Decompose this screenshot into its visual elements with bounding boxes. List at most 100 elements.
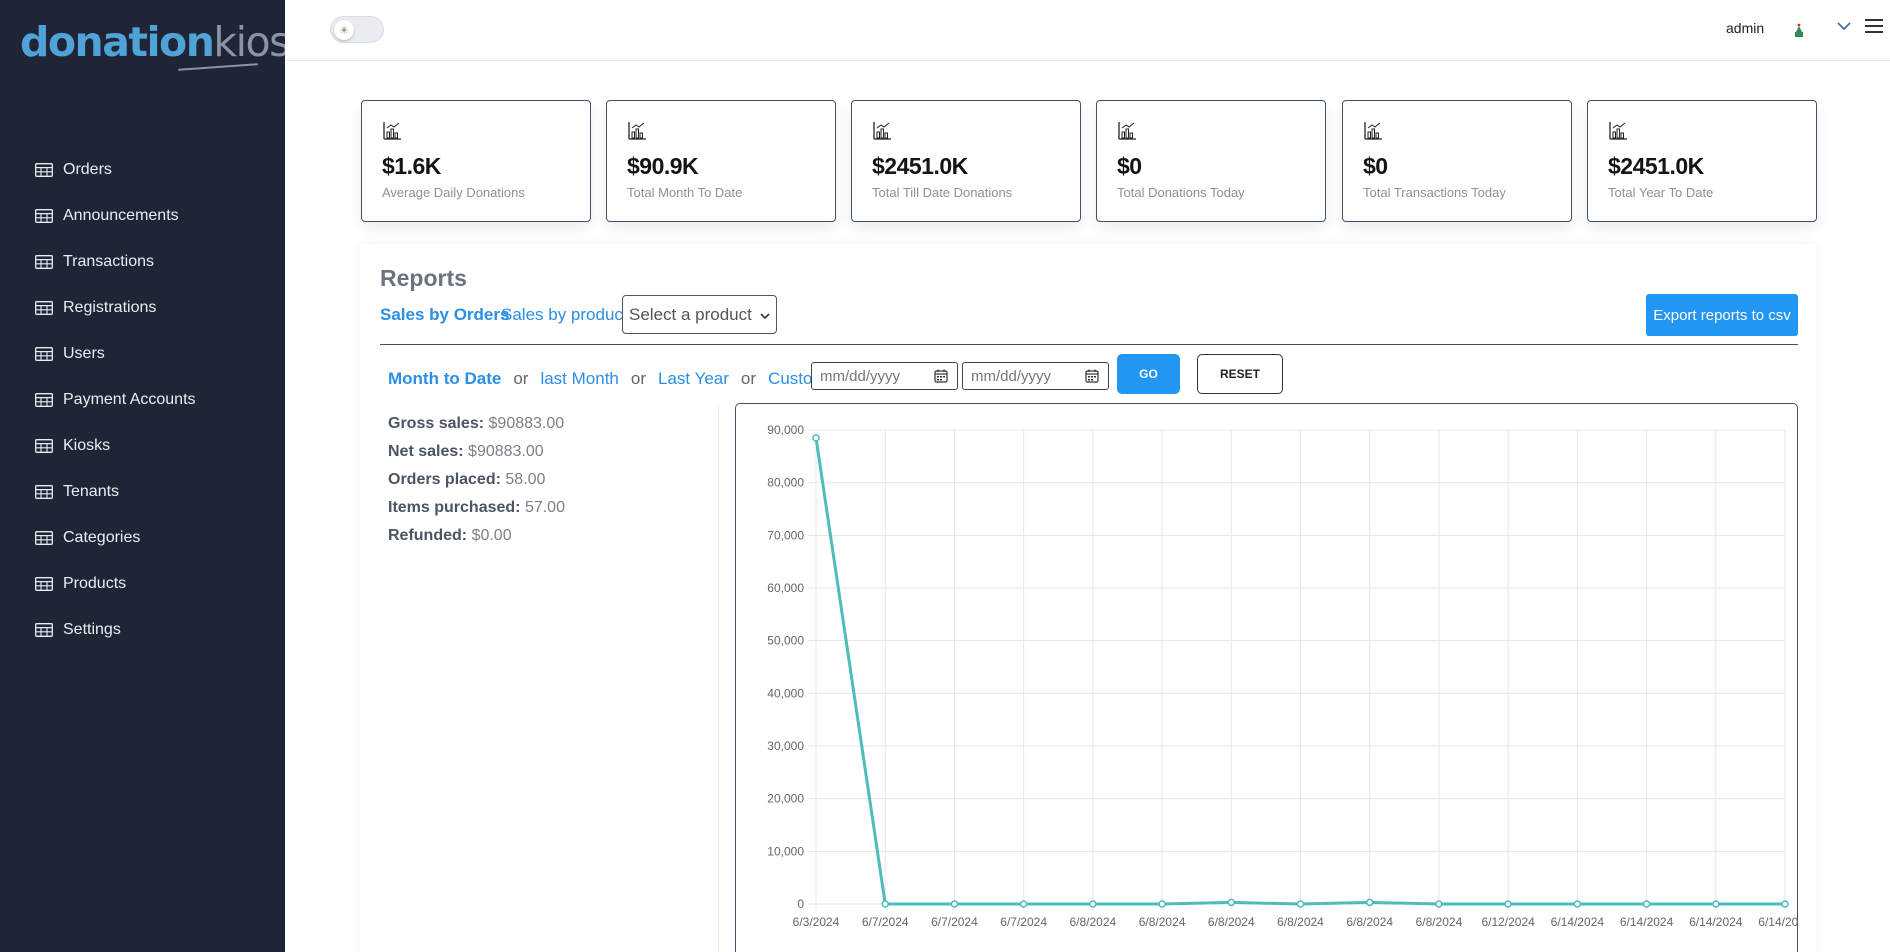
product-select[interactable]: Select a product (622, 295, 777, 334)
data-point[interactable] (1158, 900, 1166, 908)
stat-card: $1.6K Average Daily Donations (361, 100, 591, 222)
orders-placed-line: Orders placed: 58.00 (388, 471, 565, 499)
sidebar-item-categories[interactable]: Categories (0, 515, 285, 561)
x-tick-label: 6/8/2024 (1139, 915, 1186, 929)
table-icon (35, 577, 53, 591)
sidebar: donationkiosk Orders Announcements Transac… (0, 0, 313, 952)
data-point[interactable] (812, 434, 820, 442)
sidebar-item-label: Orders (63, 161, 112, 178)
data-point[interactable] (1781, 900, 1789, 908)
stat-value: $1.6K (382, 153, 441, 179)
sidebar-item-users[interactable]: Users (0, 331, 285, 377)
end-date-placeholder: mm/dd/yyyy (971, 367, 1052, 385)
x-tick-label: 6/7/2024 (1000, 915, 1047, 929)
start-date-input[interactable]: mm/dd/yyyy (811, 362, 958, 390)
stat-value: $0 (1117, 153, 1142, 179)
or-text: or (630, 369, 647, 388)
range-last-month[interactable]: last Month (540, 369, 618, 389)
sidebar-item-announcements[interactable]: Announcements (0, 193, 285, 239)
table-icon (35, 163, 53, 177)
data-point[interactable] (1435, 900, 1443, 908)
chevron-down-icon[interactable] (1837, 18, 1851, 34)
chevron-down-icon (760, 305, 770, 325)
range-month-to-date[interactable]: Month to Date (388, 369, 501, 389)
sidebar-item-products[interactable]: Products (0, 561, 285, 607)
data-point[interactable] (1504, 900, 1512, 908)
orders-placed-label: Orders placed: (388, 471, 501, 488)
stat-value: $0 (1363, 153, 1388, 179)
stat-label: Total Till Date Donations (872, 185, 1013, 200)
y-tick-label: 60,000 (767, 581, 804, 595)
stat-label: Total Donations Today (1117, 185, 1245, 200)
items-purchased-label: Items purchased: (388, 499, 521, 516)
sidebar-item-orders[interactable]: Orders (0, 147, 285, 193)
brand-logo[interactable]: donationkiosk (20, 22, 313, 63)
data-point[interactable] (1296, 900, 1305, 908)
sidebar-item-label: Registrations (63, 299, 157, 316)
table-icon (35, 301, 53, 315)
data-point[interactable] (950, 900, 959, 908)
stat-card: $0 Total Transactions Today (1342, 100, 1572, 222)
sidebar-item-label: Settings (63, 621, 121, 638)
data-point[interactable] (1712, 900, 1720, 908)
date-range-selector: Month to Date or last Month or Last Year… (388, 365, 867, 393)
sidebar-item-kiosks[interactable]: Kiosks (0, 423, 285, 469)
stat-card: $0 Total Donations Today (1096, 100, 1326, 222)
x-tick-label: 6/8/2024 (1346, 915, 1393, 929)
chart-icon (1117, 121, 1137, 141)
end-date-input[interactable]: mm/dd/yyyy (962, 362, 1109, 390)
y-tick-label: 10,000 (767, 844, 804, 858)
calendar-icon[interactable] (1085, 369, 1099, 383)
data-point[interactable] (881, 900, 889, 908)
top-bar: ☀ admin (285, 0, 1890, 61)
refunded-value: $0.00 (471, 527, 512, 544)
tab-sales-by-orders[interactable]: Sales by Orders (380, 305, 509, 325)
user-name[interactable]: admin (1726, 20, 1764, 36)
sidebar-item-registrations[interactable]: Registrations (0, 285, 285, 331)
or-text: or (513, 369, 529, 388)
sidebar-item-transactions[interactable]: Transactions (0, 239, 285, 285)
sidebar-item-label: Announcements (63, 207, 179, 224)
stat-label: Total Transactions Today (1363, 185, 1506, 200)
sidebar-item-settings[interactable]: Settings (0, 607, 285, 653)
range-last-year[interactable]: Last Year (658, 369, 729, 389)
summary-separator (718, 405, 719, 952)
data-point[interactable] (1642, 900, 1651, 908)
refunded-label: Refunded: (388, 527, 468, 544)
chart-icon (1363, 121, 1383, 141)
x-tick-label: 6/14/2024 (1689, 915, 1743, 929)
chart-icon (1608, 121, 1628, 141)
reset-button[interactable]: RESET (1197, 354, 1283, 394)
y-tick-label: 70,000 (767, 528, 804, 542)
y-tick-label: 20,000 (767, 792, 804, 806)
data-point[interactable] (1573, 900, 1582, 908)
tab-sales-by-product[interactable]: Sales by product (501, 305, 628, 325)
chart-icon (627, 121, 647, 141)
data-point[interactable] (1227, 898, 1236, 907)
hamburger-menu-icon[interactable] (1865, 19, 1883, 35)
y-tick-label: 50,000 (767, 634, 804, 648)
export-csv-button[interactable]: Export reports to csv (1646, 294, 1798, 336)
avatar[interactable] (1783, 14, 1815, 46)
stat-card: $2451.0K Total Year To Date (1587, 100, 1817, 222)
table-icon (35, 209, 53, 223)
table-icon (35, 439, 53, 453)
y-tick-label: 90,000 (767, 423, 804, 437)
x-tick-label: 6/8/2024 (1416, 915, 1463, 929)
chart-icon (382, 121, 402, 141)
table-icon (35, 393, 53, 407)
refunded-line: Refunded: $0.00 (388, 527, 565, 555)
x-tick-label: 6/12/2024 (1481, 915, 1535, 929)
data-point[interactable] (1019, 900, 1028, 908)
data-point[interactable] (1365, 898, 1374, 907)
sales-summary: Gross sales: $90883.00 Net sales: $90883… (388, 415, 565, 555)
x-tick-label: 6/3/2024 (793, 915, 840, 929)
sidebar-item-payment-accounts[interactable]: Payment Accounts (0, 377, 285, 423)
go-button[interactable]: GO (1117, 354, 1180, 394)
sidebar-nav: Orders Announcements Transactions Registrat… (0, 147, 285, 653)
calendar-icon[interactable] (934, 369, 948, 383)
theme-toggle[interactable]: ☀ (330, 16, 384, 43)
sidebar-item-tenants[interactable]: Tenants (0, 469, 285, 515)
data-point[interactable] (1089, 900, 1097, 908)
x-tick-label: 6/14/2024 (1758, 915, 1799, 929)
